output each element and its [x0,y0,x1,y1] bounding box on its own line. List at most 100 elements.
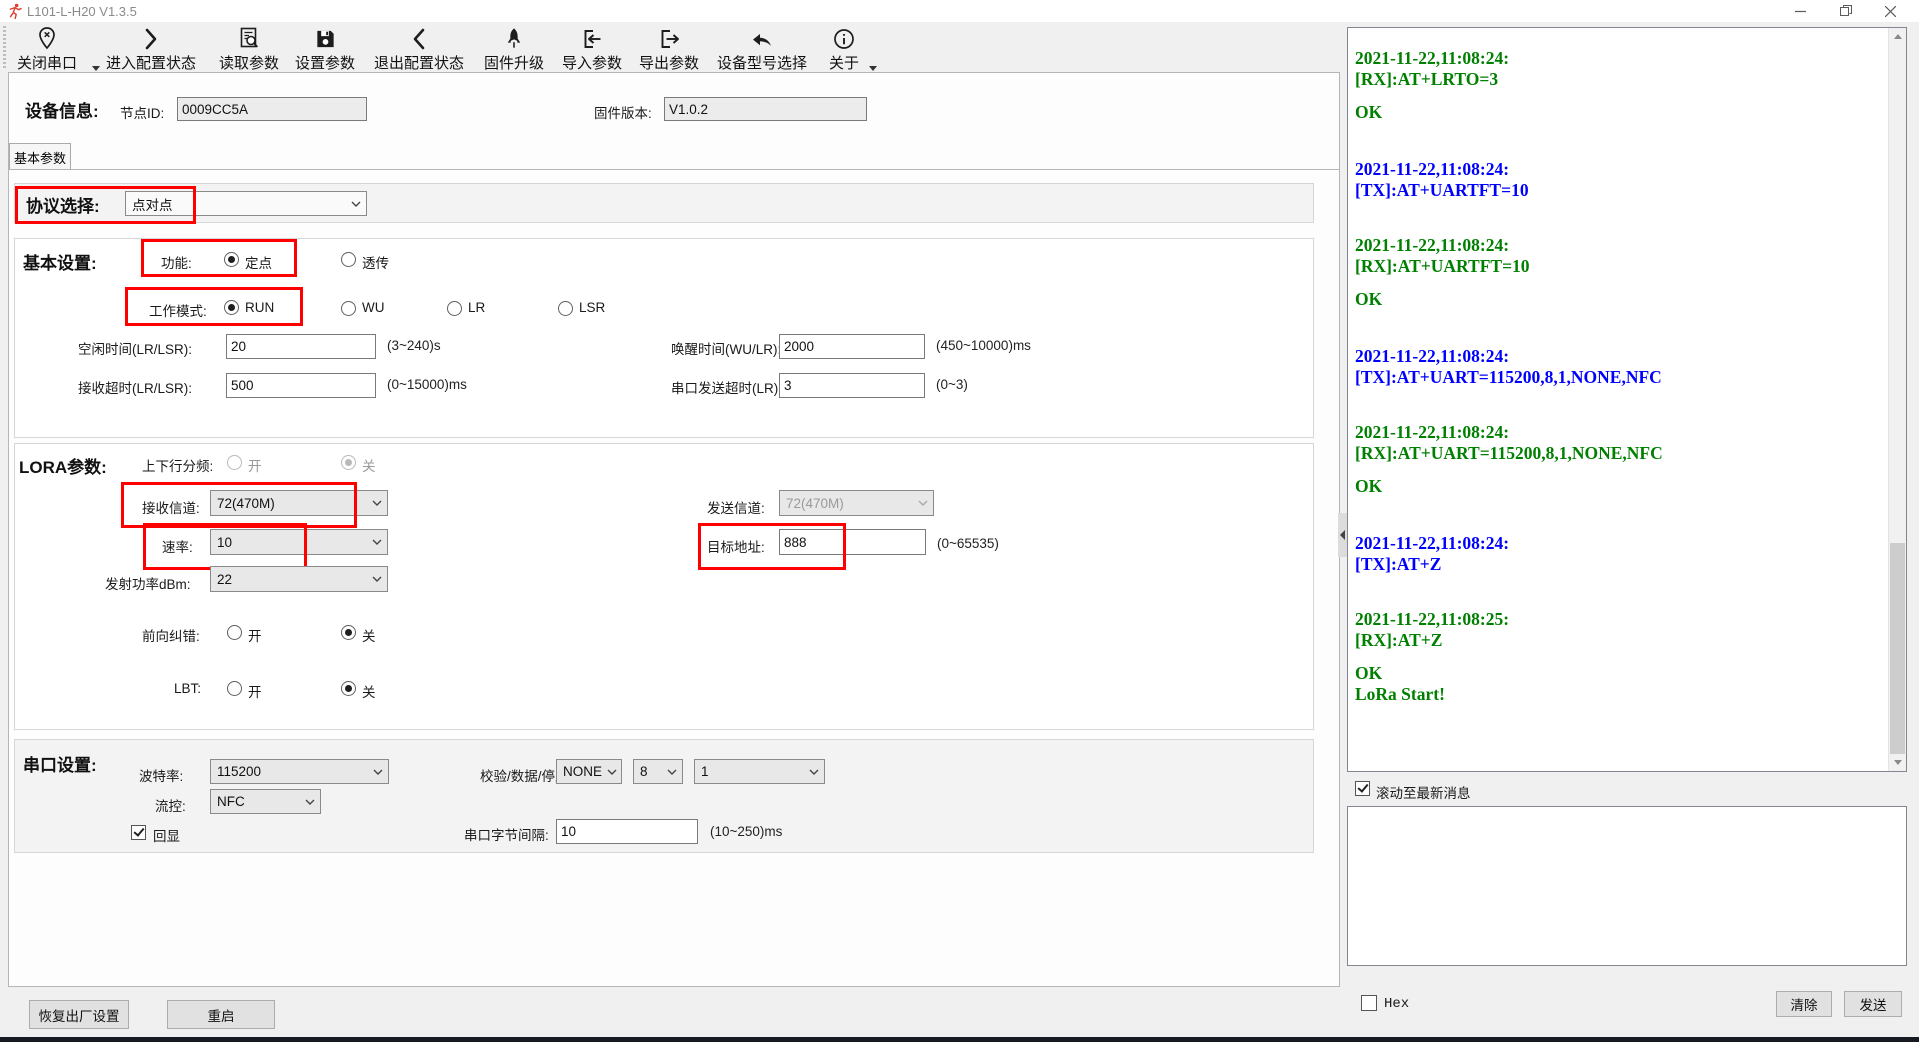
send-button[interactable]: 发送 [1844,991,1902,1017]
protocol-group: 协议选择: 点对点 [14,183,1314,223]
stop-bits-value: 1 [701,764,709,779]
flow-control-label: 流控: [155,795,186,815]
log-output[interactable]: 2021-11-22,11:08:24: [RX]:AT+LRTO=3 OK 2… [1347,27,1907,772]
lbt-radio-off[interactable] [341,681,356,696]
target-address-input[interactable] [779,529,926,555]
work-mode-radio-wu[interactable] [341,301,356,316]
restore-button[interactable] [1823,0,1868,22]
basic-settings-label: 基本设置: [23,249,97,274]
tab-basic-params[interactable]: 基本参数 [9,143,71,170]
protocol-select-value: 点对点 [132,194,173,214]
app-window: L101-L-H20 V1.3.5 关闭串口 [0,0,1919,1042]
idle-time-input[interactable] [226,334,376,359]
rate-value: 10 [217,535,232,550]
export-icon [657,25,681,51]
toolbar-button-close-serial[interactable]: 关闭串口 [17,25,77,73]
close-button[interactable] [1868,0,1913,22]
toolbar-button-exit-config[interactable]: 退出配置状态 [374,25,464,73]
serial-settings-group: 串口设置: 波特率: 115200 校验/数据/停止: NONE 8 1 流控: [14,739,1314,853]
baud-rate-label: 波特率: [139,765,183,785]
factory-reset-button[interactable]: 恢复出厂设置 [29,1000,129,1029]
tx-power-select[interactable]: 22 [210,566,388,592]
tx-power-label: 发射功率dBm: [105,573,191,593]
idle-time-label: 空闲时间(LR/LSR): [78,338,192,358]
data-bits-select[interactable]: 8 [633,759,683,784]
panel-splitter[interactable] [1338,513,1347,557]
echo-checkbox[interactable] [131,825,146,840]
log-entry: OK [1355,289,1884,310]
toolbar-button-import-params[interactable]: 导入参数 [562,25,622,73]
toolbar-label: 导出参数 [639,52,699,73]
log-entry: OK LoRa Start! [1355,663,1884,705]
fec-radio-off[interactable] [341,625,356,640]
fec-label: 前向纠错: [142,625,200,645]
toolbar-button-write-params[interactable]: 设置参数 [295,25,355,73]
toolbar-button-export-params[interactable]: 导出参数 [639,25,699,73]
chevron-right-icon [140,25,162,51]
baud-rate-select[interactable]: 115200 [210,759,389,784]
tx-channel-value: 72(470M) [786,496,844,511]
work-mode-radio-run[interactable] [224,300,239,315]
restart-label: 重启 [208,1005,235,1025]
byte-interval-input[interactable] [556,819,698,844]
work-mode-radio-lsr[interactable] [558,301,573,316]
rx-timeout-input[interactable] [226,373,376,398]
chevron-down-icon [804,769,824,775]
toolbar-label: 关闭串口 [17,52,77,73]
wake-time-input[interactable] [779,334,925,359]
restart-button[interactable]: 重启 [167,1000,275,1029]
work-mode-radio-lr[interactable] [447,301,462,316]
toolbar-button-enter-config[interactable]: 进入配置状态 [106,25,196,73]
byte-interval-label: 串口字节间隔: [464,824,549,844]
function-radio-transparent[interactable] [341,252,356,267]
log-scrollbar[interactable] [1888,28,1906,771]
parity-select[interactable]: NONE [556,759,622,784]
chevron-down-icon[interactable] [869,66,877,71]
uart-send-timeout-input[interactable] [779,373,925,398]
wake-time-range: (450~10000)ms [936,338,1031,353]
node-id-input[interactable] [177,97,367,121]
toolbar-button-about[interactable]: 关于 [829,25,859,73]
rate-select[interactable]: 10 [210,529,388,555]
window-bottom-edge [0,1037,1919,1042]
firmware-version-input[interactable] [664,97,867,121]
lbt-label: LBT: [174,681,201,696]
protocol-select[interactable]: 点对点 [125,191,367,216]
lbt-off-label: 关 [362,681,376,701]
rx-timeout-label: 接收超时(LR/LSR): [78,377,192,397]
title-bar: L101-L-H20 V1.3.5 [0,0,1919,22]
toolbar-label: 退出配置状态 [374,52,464,73]
clear-button[interactable]: 清除 [1776,991,1832,1017]
back-arrow-icon [750,25,774,51]
minimize-button[interactable] [1778,0,1823,22]
rx-channel-select[interactable]: 72(470M) [210,490,388,516]
chevron-down-icon [367,500,387,506]
chevron-down-icon[interactable] [92,66,100,71]
log-entry: 2021-11-22,11:08:25: [RX]:AT+Z [1355,609,1884,651]
toolbar-button-read-params[interactable]: 读取参数 [219,25,279,73]
chevron-down-icon [368,769,388,775]
log-content: 2021-11-22,11:08:24: [RX]:AT+LRTO=3 OK 2… [1355,48,1884,705]
scroll-down-icon[interactable] [1889,754,1906,771]
autoscroll-checkbox[interactable] [1355,781,1370,796]
uart-send-timeout-range: (0~3) [936,377,968,392]
hex-checkbox[interactable] [1361,995,1377,1011]
flow-control-select[interactable]: NFC [210,789,321,814]
toolbar-button-firmware-upgrade[interactable]: 固件升级 [484,25,544,73]
log-entry: 2021-11-22,11:08:24: [TX]:AT+Z [1355,533,1884,575]
stop-bits-select[interactable]: 1 [694,759,825,784]
flow-control-value: NFC [217,794,245,809]
scrollbar-thumb[interactable] [1890,543,1905,754]
fec-radio-on[interactable] [227,625,242,640]
chevron-down-icon [346,201,366,207]
work-mode-run-label: RUN [245,300,274,315]
autoscroll-label: 滚动至最新消息 [1376,782,1471,802]
function-radio-fixed[interactable] [224,252,239,267]
chevron-down-icon [662,769,682,775]
lbt-radio-on[interactable] [227,681,242,696]
scroll-up-icon[interactable] [1889,28,1906,45]
toolbar-button-device-model-select[interactable]: 设备型号选择 [717,25,807,73]
window-title: L101-L-H20 V1.3.5 [27,4,137,19]
send-input[interactable] [1347,806,1907,966]
toolbar-grip[interactable] [3,26,6,68]
